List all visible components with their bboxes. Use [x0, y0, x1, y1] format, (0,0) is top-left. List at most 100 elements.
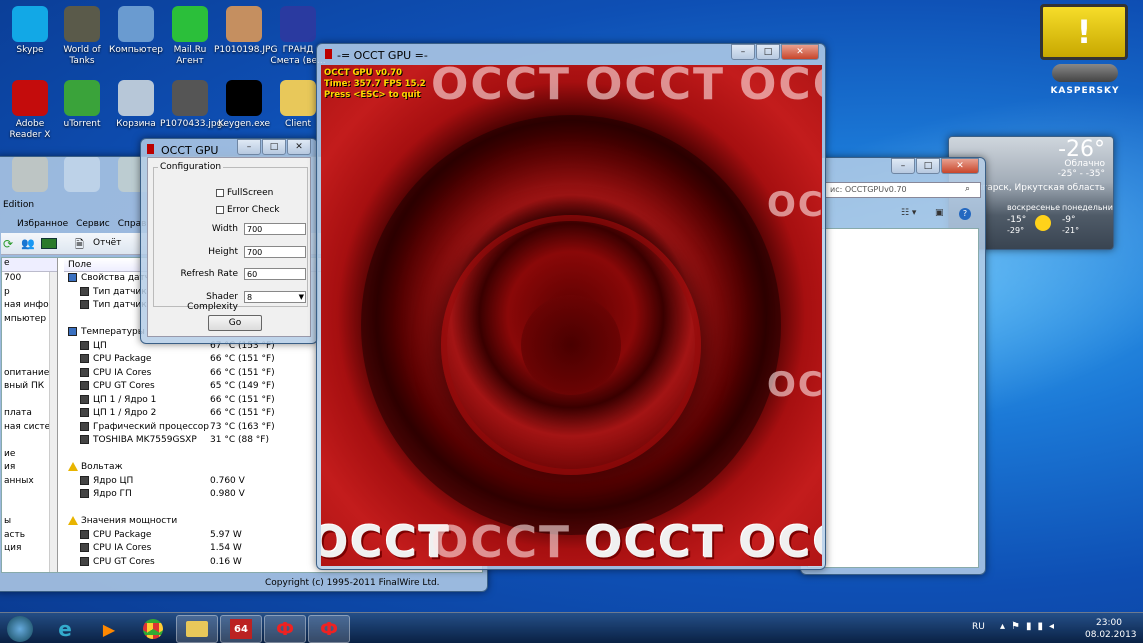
start-button[interactable] — [2, 615, 38, 643]
board-icon[interactable] — [41, 238, 57, 249]
language-indicator[interactable]: RU — [972, 622, 985, 632]
sensor-value: 66 °C (151 °F) — [210, 354, 275, 364]
menu-item[interactable]: Избранное — [17, 219, 68, 229]
close-button[interactable]: ✕ — [287, 139, 311, 155]
desktop-icon[interactable]: Корзина — [106, 80, 166, 130]
ie-icon: e — [58, 617, 72, 641]
height-input[interactable]: 700 — [244, 246, 306, 258]
minimize-button[interactable]: – — [237, 139, 261, 155]
maximize-button[interactable]: □ — [262, 139, 286, 155]
help-icon[interactable]: ? — [959, 208, 971, 220]
desktop-icon-label: P1070433.jpg — [160, 119, 223, 129]
gpu-render-canvas[interactable]: OCCT OCCT OCCT OCCT OCCT OCCT OCCT OCCT … — [321, 65, 822, 566]
desktop-icon[interactable]: Adobe Reader X — [0, 80, 60, 141]
desktop-icon-label: uTorrent — [63, 119, 101, 129]
sensor-icon — [80, 394, 89, 404]
explorer-search-input[interactable]: ис: OCCTGPUv0.70 — [825, 182, 981, 198]
sensor-label: Ядро ЦП — [93, 475, 134, 486]
occt-logo-side-2: OCCT — [767, 365, 822, 405]
tree-scrollbar[interactable] — [49, 272, 57, 572]
configuration-legend: Configuration — [160, 162, 222, 172]
taskbar-media-player[interactable]: ▶ — [88, 615, 130, 643]
menu-item[interactable]: Сервис — [76, 219, 110, 229]
clock-time[interactable]: 23:00 — [1087, 618, 1131, 628]
chevron-down-icon[interactable]: ▼ — [299, 292, 304, 303]
kaspersky-gadget[interactable]: ! KASPERSKY — [1040, 4, 1130, 114]
taskbar-explorer[interactable] — [176, 615, 218, 643]
shader-complexity-select[interactable]: 8 ▼ — [244, 291, 306, 303]
desktop-icon[interactable]: World of Tanks — [52, 6, 112, 67]
taskbar: e ▶ 64 Ф Ф RU ▴⚑▮▮◂ 23:00 08.02.2013 — [0, 612, 1143, 643]
view-options-icon[interactable]: ☷ ▾ — [901, 208, 916, 218]
sensor-label: CPU GT Cores — [93, 556, 155, 567]
desktop-icon[interactable]: Keygen.exe — [214, 80, 274, 130]
report-button[interactable]: Отчёт — [93, 238, 121, 248]
occt-gpu-title: -= OCCT GPU =- — [337, 49, 428, 62]
computer-icon — [118, 6, 154, 42]
fullscreen-checkbox[interactable]: FullScreen — [216, 188, 273, 198]
sensor-label: CPU Package — [93, 354, 152, 364]
desktop-icon[interactable]: uTorrent — [52, 80, 112, 130]
sensor-icon — [80, 354, 89, 363]
weather-range: -25° - -35° — [1057, 169, 1105, 179]
folder-icon — [280, 80, 316, 116]
refresh-rate-input[interactable]: 60 — [244, 268, 306, 280]
desktop-icon-label: Mail.Ru Агент — [173, 45, 207, 66]
clock-date[interactable]: 08.02.2013 — [1085, 630, 1137, 640]
taskbar-ie[interactable]: e — [44, 615, 86, 643]
taskbar-aida64[interactable]: 64 — [220, 615, 262, 643]
desktop-icon[interactable]: Skype — [0, 6, 60, 56]
close-button[interactable]: ✕ — [941, 158, 979, 174]
grand-smeta-icon — [280, 6, 316, 42]
occt-settings-title: OCCT GPU — [161, 144, 219, 157]
go-button[interactable]: Go — [208, 315, 262, 331]
sensor-label: ЦП 1 / Ядро 1 — [93, 394, 157, 405]
sensor-label: CPU IA Cores — [93, 543, 152, 553]
weather-day2-lo: -21° — [1062, 226, 1080, 235]
sensor-icon — [80, 367, 89, 377]
preview-pane-icon[interactable]: ▣ — [935, 208, 944, 218]
sensor-icon — [80, 556, 89, 566]
utorrent-icon — [64, 80, 100, 116]
minimize-button[interactable]: – — [731, 44, 755, 60]
taskbar-occt-2[interactable]: Ф — [308, 615, 350, 643]
desktop-icon-label: World of Tanks — [63, 45, 101, 66]
sensor-value: 0.760 V — [210, 475, 245, 486]
desktop-icon[interactable]: Компьютер — [106, 6, 166, 56]
shader-complexity-label: Shader Complexity — [187, 292, 238, 312]
desktop-icon[interactable]: Mail.Ru Агент — [160, 6, 220, 67]
aida-title: Edition — [3, 200, 35, 210]
aida-tree[interactable]: е 700 р ная инфор мпьютер опитание вный ПК пла… — [2, 258, 58, 572]
weather-condition: Облачно — [1064, 159, 1105, 169]
desktop-icon[interactable]: P1070433.jpg — [160, 80, 223, 130]
occt-settings-window[interactable]: OCCT GPU – □ ✕ Configuration FullScreen Er… — [140, 138, 318, 344]
search-icon[interactable]: ⌕ — [965, 184, 970, 194]
sensor-label: Значения мощности — [81, 516, 178, 526]
sensor-label: Вольтаж — [81, 462, 123, 472]
occt-logo-top-3: OCCT — [739, 65, 822, 110]
explorer-window[interactable]: – □ ✕ ис: OCCTGPUv0.70 ⌕ ☷ ▾ ▣ ? — [800, 157, 986, 575]
maximize-button[interactable]: □ — [916, 158, 940, 174]
sensor-group-icon — [68, 327, 77, 336]
hud-time-fps: Time: 357.7 FPS 15.2 — [324, 79, 426, 89]
weather-day1-name: воскресенье — [1007, 203, 1061, 212]
tray-icons[interactable]: ▴⚑▮▮◂ — [1000, 621, 1060, 632]
errorcheck-label: Error Check — [227, 205, 280, 215]
occt-gpu-render-window[interactable]: -= OCCT GPU =- –□✕ OCCT OCCT OCCT OCCT O… — [316, 43, 826, 570]
width-input[interactable]: 700 — [244, 223, 306, 235]
refresh-icon[interactable]: ⟳ — [3, 237, 13, 251]
minimize-button[interactable]: – — [891, 158, 915, 174]
users-icon[interactable]: 👥 — [21, 237, 35, 250]
errorcheck-checkbox[interactable]: Error Check — [216, 205, 279, 215]
desktop-icon[interactable]: P1010198.JPG — [214, 6, 277, 56]
maximize-button[interactable]: □ — [756, 44, 780, 60]
sensor-value: 66 °C (151 °F) — [210, 408, 275, 418]
close-button[interactable]: ✕ — [781, 44, 819, 60]
taskbar-occt-1[interactable]: Ф — [264, 615, 306, 643]
desktop-icon-label: Keygen.exe — [217, 119, 271, 129]
sensor-icon — [80, 435, 89, 444]
chrome-icon — [143, 619, 163, 639]
warning-icon — [68, 516, 78, 525]
taskbar-chrome[interactable] — [132, 615, 174, 643]
sensor-icon — [80, 489, 89, 498]
